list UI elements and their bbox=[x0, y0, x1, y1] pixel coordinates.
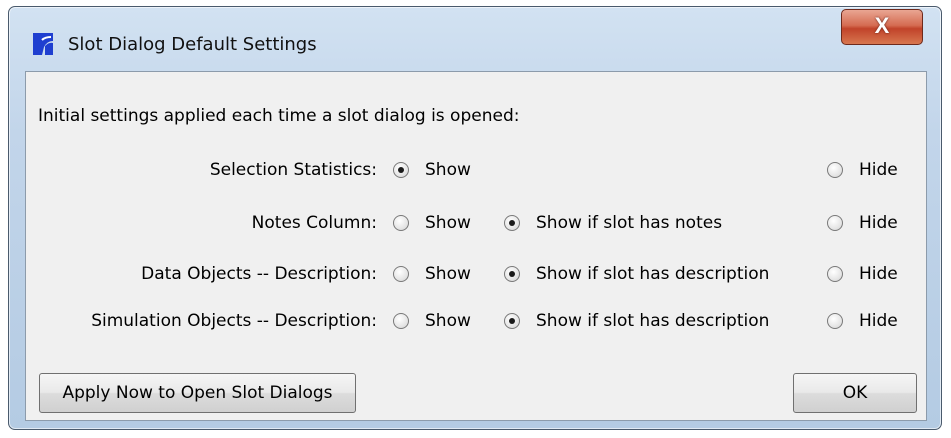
radio-button-checked[interactable] bbox=[504, 215, 520, 231]
riverware-logo-icon bbox=[31, 31, 55, 57]
radio-button[interactable] bbox=[827, 313, 843, 329]
apply-now-button[interactable]: Apply Now to Open Slot Dialogs bbox=[39, 373, 356, 413]
radio-button-checked[interactable] bbox=[504, 266, 520, 282]
radio-hide[interactable]: Hide bbox=[827, 160, 898, 180]
radio-show[interactable]: Show bbox=[393, 213, 471, 233]
radio-button[interactable] bbox=[393, 313, 409, 329]
radio-button[interactable] bbox=[827, 215, 843, 231]
radio-label: Hide bbox=[859, 264, 898, 284]
radio-show[interactable]: Show bbox=[393, 311, 471, 331]
radio-button[interactable] bbox=[827, 162, 843, 178]
radio-hide[interactable]: Hide bbox=[827, 213, 898, 233]
intro-text: Initial settings applied each time a slo… bbox=[38, 106, 520, 126]
radio-label: Hide bbox=[859, 160, 898, 180]
ok-button[interactable]: OK bbox=[793, 373, 917, 413]
close-icon: X bbox=[874, 13, 890, 38]
setting-row-simulation-objects-description: Simulation Objects -- Description: Show … bbox=[26, 307, 926, 337]
radio-label: Show if slot has description bbox=[536, 311, 770, 331]
title-bar[interactable]: Slot Dialog Default Settings X bbox=[9, 7, 941, 69]
setting-row-data-objects-description: Data Objects -- Description: Show Show i… bbox=[26, 260, 926, 290]
radio-label: Show bbox=[425, 311, 471, 331]
radio-show-if-description[interactable]: Show if slot has description bbox=[504, 311, 769, 331]
radio-button[interactable] bbox=[827, 266, 843, 282]
radio-show[interactable]: Show bbox=[393, 264, 471, 284]
radio-button-checked[interactable] bbox=[393, 162, 409, 178]
setting-label: Selection Statistics: bbox=[209, 160, 377, 180]
setting-label: Notes Column: bbox=[251, 213, 377, 233]
radio-show-if-description[interactable]: Show if slot has description bbox=[504, 264, 769, 284]
setting-label: Data Objects -- Description: bbox=[141, 264, 377, 284]
setting-row-notes-column: Notes Column: Show Show if slot has note… bbox=[26, 209, 926, 239]
radio-button-checked[interactable] bbox=[504, 313, 520, 329]
radio-button[interactable] bbox=[393, 266, 409, 282]
radio-label: Show bbox=[425, 213, 471, 233]
radio-label: Hide bbox=[859, 213, 898, 233]
radio-hide[interactable]: Hide bbox=[827, 311, 898, 331]
window-title: Slot Dialog Default Settings bbox=[68, 34, 317, 55]
dialog-content: Initial settings applied each time a slo… bbox=[25, 71, 927, 421]
radio-label: Hide bbox=[859, 311, 898, 331]
radio-show[interactable]: Show bbox=[393, 160, 471, 180]
radio-button[interactable] bbox=[393, 215, 409, 231]
dialog-window: Slot Dialog Default Settings X Initial s… bbox=[8, 6, 942, 430]
close-button[interactable]: X bbox=[841, 9, 923, 45]
radio-hide[interactable]: Hide bbox=[827, 264, 898, 284]
radio-label: Show bbox=[425, 160, 471, 180]
setting-label: Simulation Objects -- Description: bbox=[91, 311, 377, 331]
radio-label: Show if slot has notes bbox=[536, 213, 723, 233]
setting-row-selection-statistics: Selection Statistics: Show Hide bbox=[26, 156, 926, 186]
radio-label: Show bbox=[425, 264, 471, 284]
radio-show-if-notes[interactable]: Show if slot has notes bbox=[504, 213, 722, 233]
radio-label: Show if slot has description bbox=[536, 264, 770, 284]
